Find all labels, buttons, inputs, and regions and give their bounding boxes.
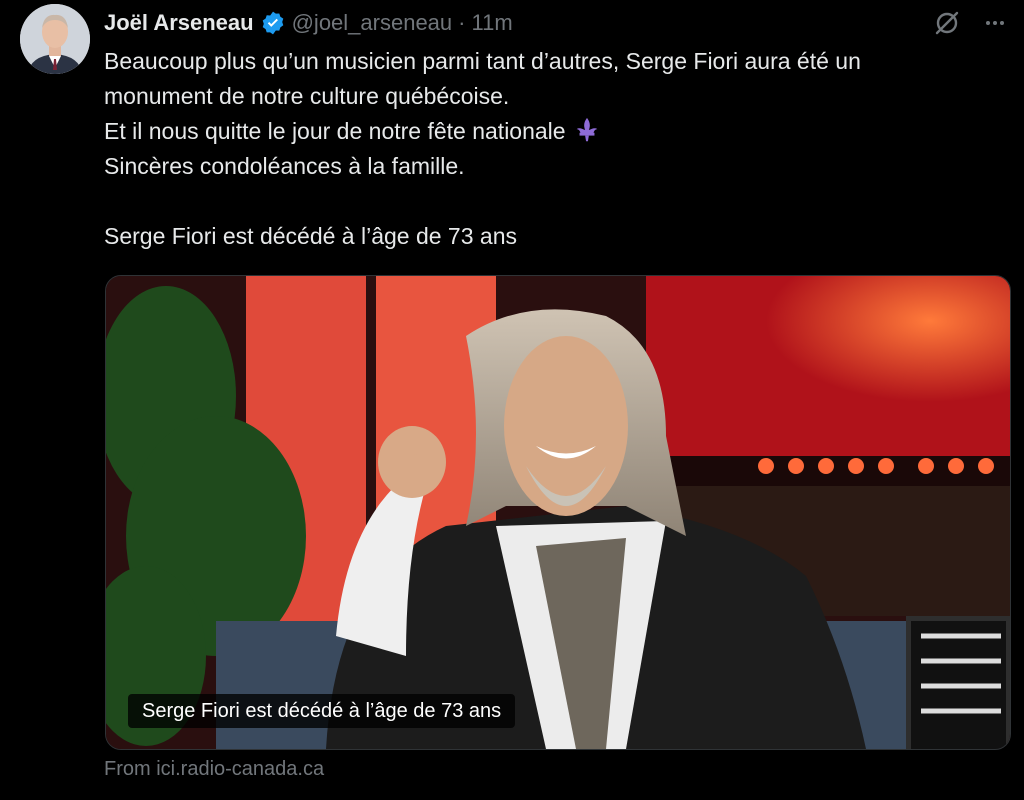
tweet-line: monument de notre culture québécoise. bbox=[104, 83, 510, 109]
more-icon[interactable] bbox=[978, 6, 1012, 40]
tweet-text: Beaucoup plus qu’un musicien parmi tant … bbox=[104, 44, 1004, 254]
header-separator: · bbox=[458, 10, 466, 35]
tweet-header: Joël Arseneau @joel_arseneau · 11m bbox=[104, 8, 513, 38]
tweet-line: Serge Fiori est décédé à l’âge de 73 ans bbox=[104, 223, 517, 249]
card-caption: Serge Fiori est décédé à l’âge de 73 ans bbox=[128, 694, 516, 728]
grok-icon bbox=[935, 11, 959, 35]
fleur-de-lis-icon bbox=[576, 117, 597, 142]
timestamp[interactable]: 11m bbox=[471, 10, 512, 36]
grok-button[interactable] bbox=[930, 6, 964, 40]
tweet-line: Et il nous quitte le jour de notre fête … bbox=[104, 114, 1004, 149]
article-photo bbox=[106, 276, 1010, 749]
card-source[interactable]: From ici.radio-canada.ca bbox=[104, 758, 324, 781]
author-handle[interactable]: @joel_arseneau bbox=[292, 10, 453, 36]
avatar[interactable] bbox=[20, 4, 90, 74]
avatar-image bbox=[20, 4, 90, 74]
tweet-line: Sincères condoléances à la famille. bbox=[104, 153, 465, 179]
link-card[interactable]: Serge Fiori est décédé à l’âge de 73 ans bbox=[105, 275, 1011, 750]
verified-badge-icon bbox=[262, 11, 283, 35]
tweet-line: Beaucoup plus qu’un musicien parmi tant … bbox=[104, 48, 861, 74]
author-name[interactable]: Joël Arseneau bbox=[104, 10, 254, 36]
